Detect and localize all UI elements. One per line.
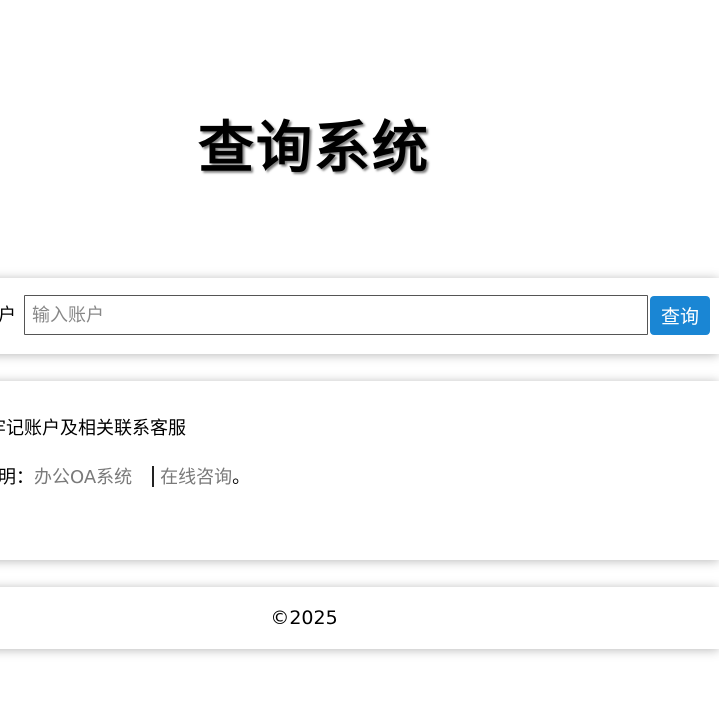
notice-period: 。 (232, 467, 251, 488)
notice-links-line: 说明：办公OA系统 在线咨询。 (0, 463, 250, 493)
notice-text-content: 请牢记账户及相关联系客服 (0, 418, 186, 439)
notice-links-label-text: 说明： (0, 467, 34, 488)
notice-links-label: 说明： (0, 463, 34, 493)
notice-panel: 请牢记账户及相关联系客服 说明：办公OA系统 在线咨询。 (0, 381, 719, 560)
search-panel: 账户 查询 (0, 278, 719, 354)
link-separator (152, 466, 155, 487)
footer-panel: ©2025 (0, 587, 719, 649)
notice-text: 请牢记账户及相关联系客服 (0, 414, 186, 444)
online-consult-link[interactable]: 在线咨询 (160, 467, 232, 488)
copyright-text: ©2025 (270, 607, 338, 629)
account-search-input[interactable] (24, 295, 648, 335)
oa-system-link[interactable]: 办公OA系统 (34, 467, 132, 488)
query-button[interactable]: 查询 (650, 296, 710, 335)
page-title: 查询系统 (198, 115, 430, 181)
account-label: 账户 (0, 305, 16, 326)
page: 查询系统 账户 查询 请牢记账户及相关联系客服 说明：办公OA系统 在线咨询。 ©… (0, 0, 719, 719)
